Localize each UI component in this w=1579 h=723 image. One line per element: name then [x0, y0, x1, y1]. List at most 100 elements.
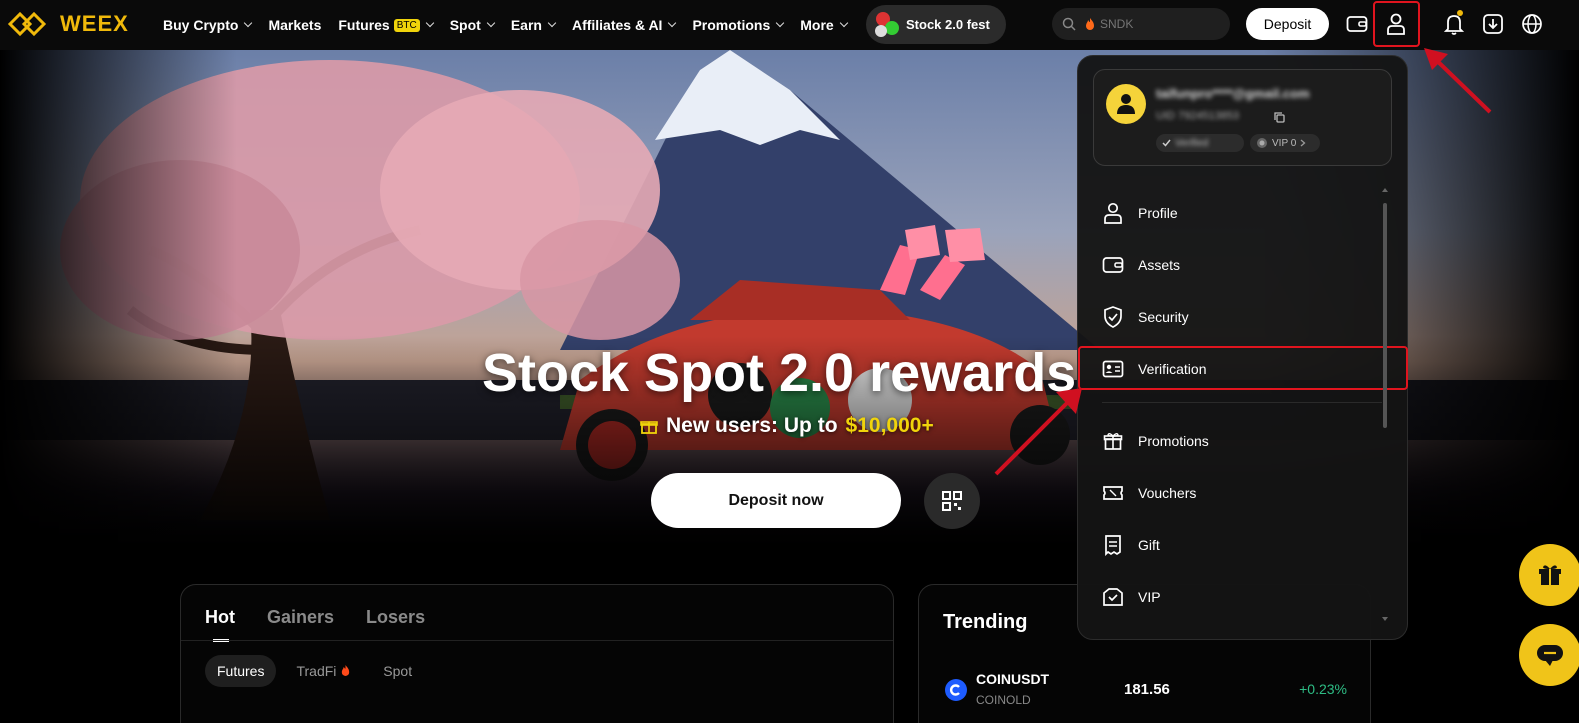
menu-item-security-label: Security: [1138, 309, 1189, 325]
nav-more[interactable]: More: [800, 17, 848, 33]
verified-badge[interactable]: Verified: [1156, 134, 1244, 152]
menu-item-profile-label: Profile: [1138, 205, 1178, 221]
nav-futures[interactable]: Futures BTC: [338, 17, 434, 33]
chevron-down-icon: [668, 18, 677, 28]
annotation-arrow-verification: [994, 388, 1082, 476]
subtab-futures[interactable]: Futures: [205, 655, 277, 687]
copy-icon[interactable]: [1274, 110, 1285, 128]
bell-icon[interactable]: [1442, 12, 1466, 36]
subtab-spot[interactable]: Spot: [371, 655, 424, 687]
chevron-down-icon: [244, 18, 253, 28]
scroll-up-arrow[interactable]: [1382, 188, 1388, 192]
menu-item-profile[interactable]: Profile: [1078, 191, 1386, 235]
tab-losers[interactable]: Losers: [366, 607, 425, 628]
menu-item-vip-label: VIP: [1138, 589, 1161, 605]
vip-label: VIP 0: [1272, 137, 1297, 149]
markets-panel: Hot Gainers Losers Futures TradFi Spot: [180, 584, 894, 723]
nav-spot[interactable]: Spot: [449, 17, 496, 33]
deposit-button[interactable]: Deposit: [1246, 8, 1329, 40]
floating-gift-button[interactable]: [1519, 544, 1579, 606]
subtab-tradfi[interactable]: TradFi: [284, 655, 363, 687]
dropdown-scrollbar[interactable]: [1383, 203, 1387, 428]
hero-subtitle: New users: Up to $10,000+: [640, 414, 934, 438]
verified-label: Verified: [1175, 137, 1209, 149]
main-menu: Buy Crypto Markets Futures BTC Spot Earn …: [163, 0, 864, 50]
vip-medal-icon: [1257, 138, 1267, 148]
chevron-down-icon: [839, 18, 848, 28]
user-dropdown-menu: taifunpro****@gmail.com UID 7924513853 V…: [1077, 55, 1408, 640]
shield-icon: [1102, 306, 1124, 328]
account-uid: UID 7924513853: [1156, 110, 1240, 122]
chevron-down-icon: [425, 18, 434, 28]
globe-icon[interactable]: [1520, 12, 1544, 36]
nav-earn[interactable]: Earn: [511, 17, 557, 33]
stock-fest-label: Stock 2.0 fest: [906, 17, 990, 32]
coinbase-icon: [945, 679, 967, 701]
weex-logo-text: WEEX: [60, 11, 129, 36]
hero-subtitle-prefix: New users: Up to: [666, 414, 838, 437]
nav-affiliates-label: Affiliates & AI: [571, 17, 663, 33]
coin-subname: COINOLD: [976, 693, 1031, 707]
avatar-user-icon: [1117, 94, 1135, 114]
nav-spot-label: Spot: [449, 17, 481, 33]
weex-logo-icon: [8, 11, 47, 37]
qr-code-button[interactable]: [924, 473, 980, 529]
menu-item-security[interactable]: Security: [1078, 295, 1386, 339]
hero-subtitle-amount: $10,000+: [845, 414, 934, 437]
trending-row[interactable]: COINUSDT COINOLD 181.56 +0.23%: [943, 671, 1347, 711]
chevron-down-icon: [775, 18, 785, 28]
top-nav: WEEX Buy Crypto Markets Futures BTC Spot …: [0, 0, 1579, 50]
menu-item-gift[interactable]: Gift: [1078, 523, 1386, 567]
vip-badge[interactable]: VIP 0: [1250, 134, 1320, 152]
wallet-icon: [1102, 254, 1124, 276]
chevron-down-icon: [547, 18, 557, 28]
stock-fest-button[interactable]: Stock 2.0 fest: [866, 5, 1006, 44]
annotation-arrow-user: [1424, 48, 1492, 114]
voucher-icon: [1102, 482, 1124, 504]
deposit-now-button[interactable]: Deposit now: [651, 473, 901, 528]
account-card: taifunpro****@gmail.com UID 7924513853 V…: [1093, 69, 1392, 166]
nav-promotions[interactable]: Promotions: [692, 17, 785, 33]
nav-affiliates-ai[interactable]: Affiliates & AI: [571, 17, 677, 33]
verification-highlight: [1078, 346, 1408, 390]
download-icon[interactable]: [1481, 12, 1505, 36]
gift-card-icon: [1102, 534, 1124, 556]
subtab-tradfi-label: TradFi: [296, 663, 337, 679]
scroll-down-arrow[interactable]: [1382, 617, 1388, 621]
nav-futures-label: Futures: [338, 17, 390, 33]
gift-icon: [1539, 565, 1561, 585]
tab-hot[interactable]: Hot: [205, 607, 235, 642]
menu-item-vouchers-label: Vouchers: [1138, 485, 1197, 501]
user-icon: [1102, 202, 1124, 224]
search-input[interactable]: [1100, 17, 1220, 31]
search-icon: [1062, 17, 1076, 31]
nav-buy-crypto[interactable]: Buy Crypto: [163, 17, 253, 33]
vip-icon: [1102, 586, 1124, 608]
tabs-divider: [181, 640, 893, 641]
tab-gainers[interactable]: Gainers: [267, 607, 334, 628]
check-icon: [1162, 139, 1171, 147]
menu-item-vip[interactable]: VIP: [1078, 575, 1386, 619]
chat-icon: [1537, 645, 1563, 666]
chevron-right-icon: [1300, 139, 1306, 147]
chevron-down-icon: [486, 18, 496, 28]
fire-icon: [1086, 18, 1094, 30]
nav-markets[interactable]: Markets: [268, 17, 321, 33]
account-email: taifunpro****@gmail.com: [1156, 86, 1310, 101]
nav-markets-label: Markets: [268, 17, 322, 33]
avatar[interactable]: [1106, 84, 1146, 124]
weex-logo[interactable]: WEEX: [8, 10, 129, 38]
qr-code-icon: [942, 491, 962, 511]
search-bar[interactable]: [1052, 8, 1230, 40]
btc-tag: BTC: [393, 18, 420, 32]
markets-subtabs: Futures TradFi Spot: [205, 655, 424, 687]
floating-chat-button[interactable]: [1519, 624, 1579, 686]
coin-symbol: COINUSDT: [976, 671, 1050, 687]
menu-item-assets-label: Assets: [1138, 257, 1181, 273]
menu-item-assets[interactable]: Assets: [1078, 243, 1386, 287]
notification-dot: [1457, 10, 1463, 16]
menu-item-vouchers[interactable]: Vouchers: [1078, 471, 1386, 515]
wallet-icon[interactable]: [1345, 12, 1369, 36]
markets-tabs: Hot Gainers Losers: [205, 607, 425, 642]
menu-item-promotions[interactable]: Promotions: [1078, 419, 1386, 463]
